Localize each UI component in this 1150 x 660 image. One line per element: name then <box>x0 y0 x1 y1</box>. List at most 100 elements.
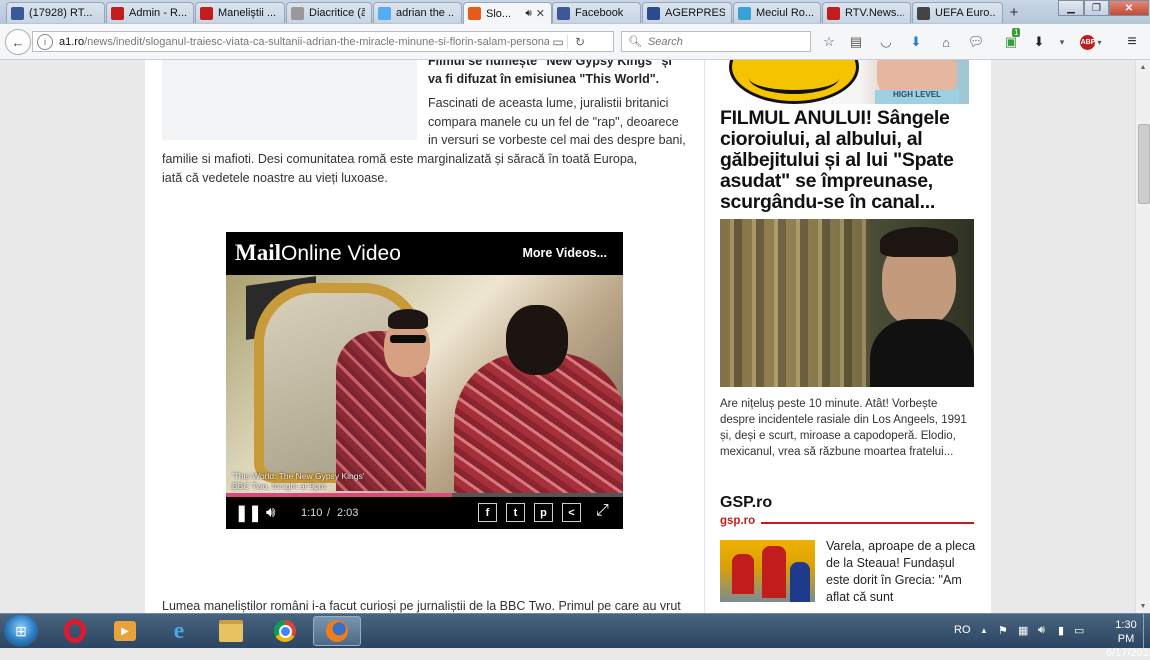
tab-close-icon[interactable]: ✕ <box>536 7 545 20</box>
taskbar-internet-explorer[interactable]: e <box>156 616 202 646</box>
reader-view-icon[interactable]: ▭ <box>549 35 567 49</box>
pinterest-share-icon[interactable]: p <box>534 503 553 522</box>
bookmarks-list-icon[interactable]: ▤ <box>846 32 866 52</box>
extension-icon[interactable]: ▣ 1 <box>1001 28 1021 52</box>
vertical-scrollbar[interactable]: ▲ ▼ <box>1135 60 1150 613</box>
tab-0[interactable]: (17928) RT... <box>6 2 105 23</box>
system-clock[interactable]: 1:30 PM 6/17/2016 <box>1106 618 1150 660</box>
video-player[interactable]: MailOnline Video More Videos... 'This Wo… <box>226 232 623 529</box>
sidebar-description: Are nițeluș peste 10 minute. Atât! Vorbe… <box>720 398 967 458</box>
hamburger-menu-icon[interactable]: ≡ <box>1122 32 1142 52</box>
sidebar-top-image[interactable]: HIGH LEVEL <box>729 60 969 104</box>
language-indicator[interactable]: RO <box>954 624 971 636</box>
tray-expand-icon[interactable]: ▲ <box>980 626 988 635</box>
fb-messenger-icon <box>11 6 24 20</box>
tab-label: Slo... <box>486 7 512 20</box>
reload-icon[interactable]: ↻ <box>567 34 592 49</box>
url-bar[interactable]: i a1.ro/news/inedit/sloganul-traiesc-via… <box>32 31 614 52</box>
maximize-button[interactable]: ❐ <box>1084 0 1109 16</box>
tab-label: Maneliştii ... <box>218 7 277 19</box>
rtv-icon <box>200 6 213 20</box>
fullscreen-icon[interactable]: ⤢ <box>596 502 609 520</box>
info-icon[interactable]: i <box>37 33 53 50</box>
bookmark-star-icon[interactable]: ☆ <box>819 32 839 52</box>
url-text[interactable]: a1.ro/news/inedit/sloganul-traiesc-viata… <box>59 36 549 48</box>
twitter-share-icon[interactable]: t <box>506 503 525 522</box>
adblock-button[interactable]: ABP ▾ <box>1078 32 1104 52</box>
rtv-icon <box>827 6 840 20</box>
taskbar-media-player[interactable]: ▶ <box>102 616 148 646</box>
firefox-icon <box>326 620 348 642</box>
top-image-shirt-text: HIGH LEVEL <box>875 90 959 104</box>
article-paragraph-wrapped: Fascinati de aceasta lume, juralistii br… <box>428 96 686 147</box>
close-window-button[interactable]: ✕ <box>1109 0 1149 16</box>
tray-flag-icon[interactable]: ⚑ <box>998 624 1008 637</box>
article-image-placeholder <box>162 60 417 140</box>
gsp-news-thumbnail[interactable] <box>720 540 815 602</box>
navigation-toolbar: ← i a1.ro/news/inedit/sloganul-traiesc-v… <box>0 24 1150 60</box>
tab-label: (17928) RT... <box>29 7 93 19</box>
back-button[interactable]: ← <box>5 29 31 55</box>
minimize-button[interactable]: ▁ <box>1058 0 1084 16</box>
facebook-icon <box>557 6 570 20</box>
new-tab-button[interactable]: + <box>1004 3 1024 21</box>
video-progress-bar[interactable] <box>226 493 623 497</box>
page-icon <box>738 6 751 20</box>
search-input[interactable] <box>645 34 810 49</box>
tab-7[interactable]: AGERPRES... <box>642 2 732 23</box>
chat-icon[interactable]: 💬︎ <box>966 32 986 52</box>
download-arrow-icon[interactable]: ⬇ <box>1029 32 1049 52</box>
tab-2[interactable]: Maneliştii ... <box>195 2 285 23</box>
agerpres-icon <box>647 6 660 20</box>
tab-3[interactable]: Diacritice (ăâîş... <box>286 2 372 23</box>
gsp-section-title[interactable]: GSP.ro <box>720 494 772 512</box>
url-domain: a1.ro <box>59 35 85 48</box>
tab-9[interactable]: RTV.News... <box>822 2 911 23</box>
rtv-icon <box>111 6 124 20</box>
a1-icon <box>468 7 481 20</box>
taskbar-file-explorer[interactable] <box>208 616 254 646</box>
tab-5[interactable]: Slo... 🔊︎ ✕ <box>463 2 552 24</box>
video-frame[interactable]: 'This World: The New Gypsy Kings' BBC Tw… <box>226 275 623 497</box>
tray-action-center-icon[interactable]: ▭ <box>1074 624 1084 637</box>
taskbar-chrome[interactable] <box>262 616 308 646</box>
home-icon[interactable]: ⌂ <box>936 32 956 52</box>
volume-icon[interactable]: 🔊︎ <box>266 504 275 521</box>
taskbar-opera[interactable] <box>52 616 98 646</box>
more-videos-link[interactable]: More Videos... <box>522 246 607 260</box>
sidebar-headline[interactable]: FILMUL ANULUI! Sângele cioroiului, al al… <box>720 108 970 213</box>
scrollbar-thumb[interactable] <box>1138 124 1150 204</box>
sidebar-film-image[interactable] <box>720 219 974 387</box>
tab-6[interactable]: Facebook <box>552 2 641 23</box>
pause-icon[interactable]: ❚❚ <box>235 503 262 523</box>
tab-8[interactable]: Meciul Ro... <box>733 2 821 23</box>
tab-label: Diacritice (ăâîş... <box>309 7 365 19</box>
tab-audio-icon[interactable]: 🔊︎ <box>525 8 531 19</box>
video-current-time: 1:10 <box>301 507 323 519</box>
folder-icon <box>219 620 243 642</box>
search-bar[interactable]: 🔍︎ <box>621 31 811 52</box>
taskbar-firefox[interactable] <box>313 616 361 646</box>
gsp-news-title[interactable]: Varela, aproape de a pleca de la Steaua!… <box>826 538 976 606</box>
start-button[interactable]: ⊞ <box>4 615 38 647</box>
downloads-icon[interactable]: ⬇ <box>906 32 926 52</box>
tray-window-icon[interactable]: ▦ <box>1018 624 1028 637</box>
extension-badge: 1 <box>1012 28 1021 37</box>
show-desktop-button[interactable] <box>1143 614 1150 648</box>
scroll-up-arrow-icon[interactable]: ▲ <box>1136 60 1150 74</box>
share-icon[interactable]: < <box>562 503 581 522</box>
video-caption-line1: 'This World: The New Gypsy Kings' <box>232 471 365 481</box>
page-icon <box>291 6 304 20</box>
tray-volume-icon[interactable]: 🔊︎ <box>1038 624 1045 637</box>
scroll-down-arrow-icon[interactable]: ▼ <box>1136 599 1150 613</box>
tab-10[interactable]: UEFA Euro... <box>912 2 1003 23</box>
tab-4[interactable]: adrian the ... <box>373 2 462 23</box>
gsp-link[interactable]: gsp.ro <box>720 515 755 527</box>
video-controls: ❚❚ 🔊︎ 1:10 / 2:03 f t p < ⤢ <box>226 498 623 529</box>
tray-network-icon[interactable]: ▮ <box>1058 624 1064 637</box>
dropdown-chevron-icon[interactable]: ▾ <box>1052 32 1072 52</box>
tab-1[interactable]: Admin - R... <box>106 2 194 23</box>
url-path: /news/inedit/sloganul-traiesc-viata-ca-s… <box>84 35 549 48</box>
pocket-icon[interactable]: ◡ <box>876 32 896 52</box>
facebook-share-icon[interactable]: f <box>478 503 497 522</box>
